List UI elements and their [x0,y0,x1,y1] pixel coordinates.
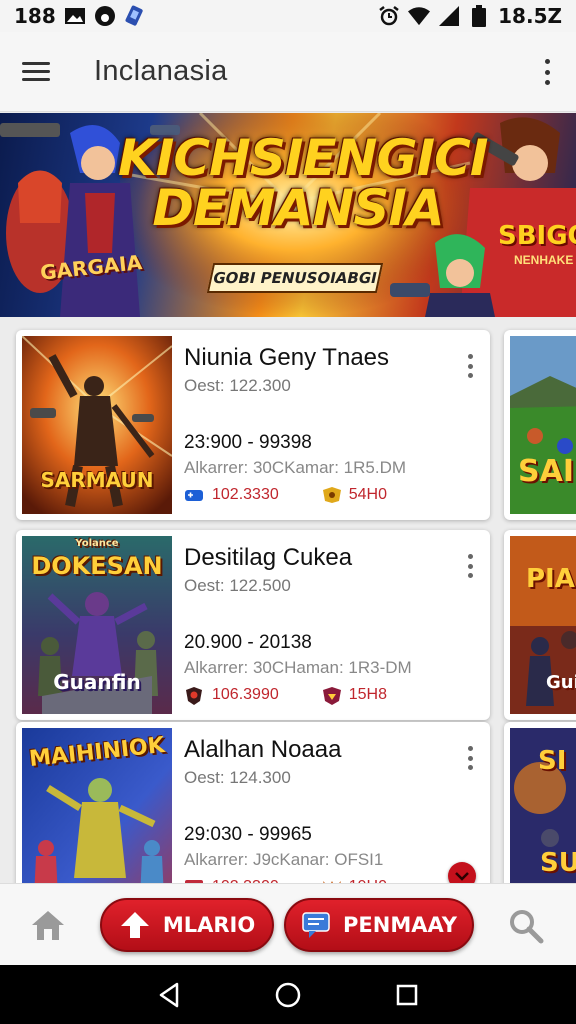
peek-card[interactable]: SAI [504,330,576,520]
screen: 188 18.5Z Inclanasia GARGAIA KICHSIENGIC… [0,0,576,1024]
card-date: Oest: 122.300 [184,376,291,395]
thumbnail-logo: SARMAUN [40,468,154,492]
card-date: Oest: 124.300 [184,768,291,787]
controller-icon [184,486,204,504]
chat-bubble-icon [302,912,330,938]
banner-right-logo: SBIGO [498,221,576,251]
mlario-button-label: MLARIO [162,913,256,937]
card-range: 23:900 - 99398 [184,432,312,453]
search-icon[interactable] [508,908,544,944]
alarm-icon [378,6,400,26]
stat-value: 102.3330 [212,486,279,503]
game-card[interactable]: Yolance DOKESAN Guanfin Desitilag Cukea … [16,530,490,720]
card-title: Niunia Geny Tnaes [184,344,390,371]
image-icon [64,6,86,26]
thumbnail-logo: Guanfin [53,670,141,694]
peek-logo-bottom: SU [540,848,576,878]
peek-card[interactable]: PIA Gui [504,530,576,720]
thumbnail-small-text: Yolance [75,538,119,549]
card-title: Alalhan Noaaa [184,736,342,763]
penmaay-button[interactable]: PENMAAY [284,898,474,952]
card-meta: Alkarrer: 30CHaman: 1R3-DM [184,658,412,677]
system-nav-bar [0,965,576,1024]
card-meta: Alkarrer: 30CKamar: 1R5.DM [184,458,407,477]
card-more-icon[interactable] [466,554,474,578]
app-icon [124,5,146,26]
peek-logo: SAI [518,454,574,489]
badge-icon [321,686,341,705]
hero-banner[interactable]: GARGAIA KICHSIENGICI DEMANSIA GOBI PENUS… [0,113,576,317]
card-title: Desitilag Cukea [184,544,353,571]
card-meta: Alkarrer: J9cKanar: OFSI1 [184,850,384,869]
home-icon[interactable] [30,908,66,942]
banner-subtitle: GOBI PENUSOIABGI [206,263,384,293]
game-thumbnail: Yolance DOKESAN Guanfin [22,536,172,714]
peek-thumbnail: PIA Gui [510,536,576,714]
back-icon[interactable] [154,980,184,1010]
shield-icon [184,686,204,705]
stat-value: 54H0 [348,486,387,503]
peek-thumbnail: SI SU [510,728,576,892]
peek-thumbnail: SAI [510,336,576,514]
thumbnail-logo-top: DOKESAN [31,552,163,580]
game-card[interactable]: SARMAUN Niunia Geny Tnaes Oest: 122.300 … [16,330,490,520]
badge-icon [321,486,341,504]
card-more-icon[interactable] [466,746,474,770]
card-range: 29:030 - 99965 [184,824,312,845]
game-card[interactable]: MAIHINIOK Alalhan Noaaa Oest: 124.300 29… [16,722,490,892]
home-nav-icon[interactable] [273,980,303,1010]
wifi-icon [408,6,431,26]
peek-logo: PIA [526,564,575,594]
more-vert-icon[interactable] [540,56,554,88]
card-more-icon[interactable] [466,354,474,378]
status-time-left: 188 [14,4,56,28]
card-stats: 102.3330 54H0 [184,486,387,504]
signal-icon [438,6,460,26]
arrow-up-icon [120,912,149,938]
battery-icon [468,5,490,27]
mlario-button[interactable]: MLARIO [100,898,274,952]
peek-logo: SI [538,746,567,776]
banner-right-sub: NENHAKE [514,253,574,267]
game-thumbnail: SARMAUN [22,336,172,514]
hamburger-icon[interactable] [22,52,62,92]
status-bar: 188 18.5Z [0,0,576,32]
stat-value: 106.3990 [212,686,279,703]
peek-logo-bottom: Gui [546,672,576,693]
chevron-down-icon [455,872,469,881]
app-bar: Inclanasia [0,32,576,112]
banner-title: KICHSIENGICI DEMANSIA [118,129,488,237]
card-range: 20.900 - 20138 [184,632,312,653]
app-title: Inclanasia [94,55,228,87]
penmaay-button-label: PENMAAY [343,913,457,937]
bottom-action-bar: MLARIO PENMAAY [0,883,576,965]
card-stats: 106.3990 15H8 [184,686,387,705]
notification-icon [94,6,116,26]
peek-card[interactable]: SI SU [504,722,576,892]
stat-value: 15H8 [348,686,387,703]
game-thumbnail: MAIHINIOK [22,728,172,892]
recents-icon[interactable] [392,980,422,1010]
card-date: Oest: 122.500 [184,576,291,595]
status-time-right: 18.5Z [498,4,562,28]
